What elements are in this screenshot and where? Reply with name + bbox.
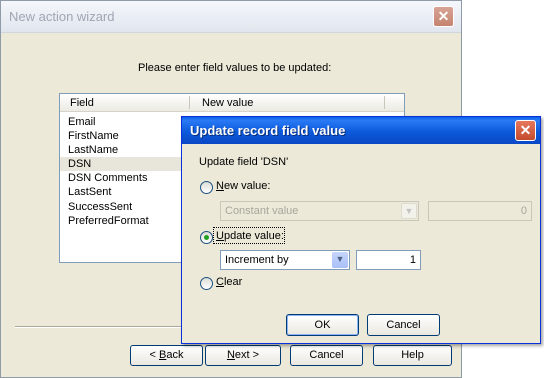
column-divider[interactable] bbox=[189, 96, 190, 109]
list-item[interactable]: DSN Comments bbox=[60, 171, 190, 185]
column-header-field[interactable]: Field bbox=[70, 97, 94, 109]
list-item[interactable]: PreferredFormat bbox=[60, 214, 190, 228]
radio-selected-dot bbox=[204, 235, 209, 240]
close-icon: ✕ bbox=[437, 8, 450, 24]
new-value-label-text: ew value: bbox=[223, 180, 271, 192]
wizard-titlebar[interactable]: New action wizard ✕ bbox=[1, 1, 461, 33]
clear-radio[interactable] bbox=[200, 277, 213, 290]
next-button-label: ext > bbox=[234, 349, 260, 361]
next-button[interactable]: Next > bbox=[205, 345, 281, 366]
list-header: Field New value bbox=[60, 94, 404, 112]
column-divider[interactable] bbox=[384, 96, 385, 109]
list-item[interactable]: SuccessSent bbox=[60, 200, 190, 214]
new-value-number-field: 0 bbox=[428, 201, 532, 221]
list-item[interactable]: LastName bbox=[60, 143, 190, 157]
back-button[interactable]: < Back bbox=[130, 345, 203, 366]
new-value-label[interactable]: New value: bbox=[216, 180, 270, 192]
list-item-selected[interactable]: DSN bbox=[60, 157, 190, 172]
new-value-mnemonic: N bbox=[216, 180, 224, 192]
new-value-type-value: Constant value bbox=[225, 205, 299, 217]
update-mode-value: Increment by bbox=[225, 254, 289, 266]
list-item[interactable]: Email bbox=[60, 115, 190, 129]
wizard-close-button[interactable]: ✕ bbox=[433, 6, 454, 27]
next-button-mnemonic: N bbox=[226, 349, 235, 361]
dialog-close-button[interactable]: ✕ bbox=[515, 120, 536, 141]
wizard-prompt: Please enter field values to be updated: bbox=[138, 62, 332, 74]
dialog-titlebar[interactable]: Update record field value ✕ bbox=[182, 117, 540, 144]
update-value-radio[interactable] bbox=[200, 231, 213, 244]
list-item[interactable]: FirstName bbox=[60, 129, 190, 143]
clear-label-text: lear bbox=[223, 276, 243, 288]
dialog-title: Update record field value bbox=[190, 123, 346, 138]
new-value-type-combo: Constant value ▼ bbox=[220, 201, 419, 221]
column-header-new-value[interactable]: New value bbox=[202, 97, 253, 109]
update-value-label[interactable]: Update value: bbox=[216, 230, 284, 242]
back-button-prefix: < bbox=[149, 349, 159, 361]
update-value-mnemonic: U bbox=[216, 230, 224, 242]
update-mode-combo[interactable]: Increment by ▼ bbox=[220, 250, 350, 270]
list-item[interactable]: LastSent bbox=[60, 185, 190, 199]
wizard-cancel-button[interactable]: Cancel bbox=[290, 345, 363, 366]
update-value-label-text: pdate value: bbox=[223, 230, 284, 242]
dropdown-arrow-icon[interactable]: ▼ bbox=[332, 252, 348, 268]
wizard-title: New action wizard bbox=[9, 9, 115, 24]
increment-amount-field[interactable]: 1 bbox=[356, 250, 421, 270]
dialog-cancel-button[interactable]: Cancel bbox=[367, 314, 440, 336]
new-value-radio[interactable] bbox=[200, 181, 213, 194]
back-button-label: ack bbox=[166, 349, 184, 361]
update-field-label: Update field 'DSN' bbox=[199, 156, 289, 168]
ok-button[interactable]: OK bbox=[286, 314, 359, 336]
help-button[interactable]: Help bbox=[373, 345, 452, 366]
update-record-field-dialog: Update record field value ✕ Update field… bbox=[181, 116, 541, 344]
dropdown-arrow-icon: ▼ bbox=[401, 203, 417, 219]
list-rows: Email FirstName LastName DSN DSN Comment… bbox=[60, 115, 190, 228]
clear-label[interactable]: Clear bbox=[216, 276, 242, 288]
close-icon: ✕ bbox=[519, 122, 532, 138]
clear-mnemonic: C bbox=[216, 276, 224, 288]
